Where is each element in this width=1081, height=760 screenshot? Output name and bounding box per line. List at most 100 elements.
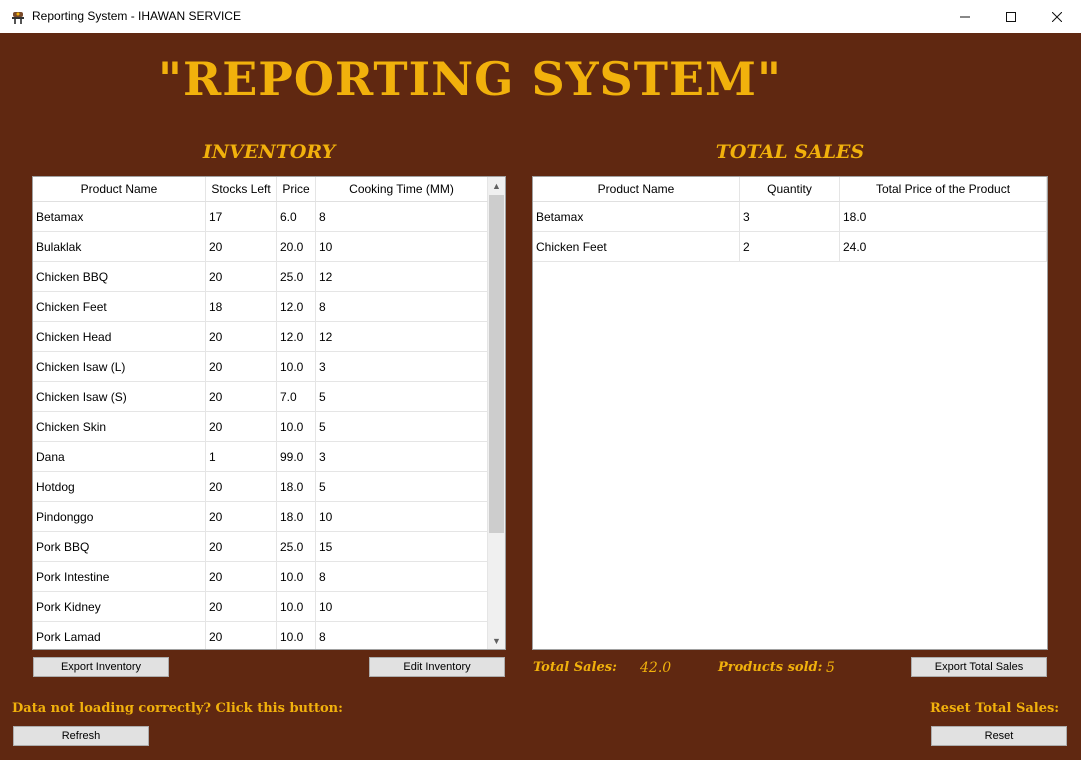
table-row[interactable]: Chicken BBQ 20 25.0 12 — [33, 262, 505, 292]
sales-header-row: Product Name Quantity Total Price of the… — [533, 177, 1047, 202]
sales-body: Betamax 3 18.0 Chicken Feet 2 24.0 — [533, 202, 1047, 262]
maximize-icon — [1006, 11, 1016, 22]
table-cell: 24.0 — [840, 232, 1047, 261]
table-cell: 25.0 — [277, 262, 316, 291]
table-cell: 10.0 — [277, 352, 316, 381]
close-button[interactable] — [1034, 0, 1080, 33]
table-cell: Dana — [33, 442, 206, 471]
scroll-up-icon[interactable]: ▲ — [488, 177, 505, 194]
table-cell: 10.0 — [277, 592, 316, 621]
table-row[interactable]: Chicken Isaw (L) 20 10.0 3 — [33, 352, 505, 382]
table-cell: Chicken BBQ — [33, 262, 206, 291]
table-cell: 8 — [316, 622, 488, 649]
table-cell: 20 — [206, 232, 277, 261]
inventory-header-row: Product Name Stocks Left Price Cooking T… — [33, 177, 505, 202]
column-header[interactable]: Total Price of the Product — [840, 177, 1047, 201]
export-inventory-button[interactable]: Export Inventory — [33, 657, 169, 677]
sales-table[interactable]: Product Name Quantity Total Price of the… — [532, 176, 1048, 650]
inventory-body: Betamax 17 6.0 8 Bulaklak 20 20.0 10 Chicken BBQ… — [33, 202, 505, 649]
table-cell: 15 — [316, 532, 488, 561]
inventory-table[interactable]: Product Name Stocks Left Price Cooking T… — [32, 176, 506, 650]
table-cell: Pindonggo — [33, 502, 206, 531]
table-row[interactable]: Dana 1 99.0 3 — [33, 442, 505, 472]
table-row[interactable]: Chicken Head 20 12.0 12 — [33, 322, 505, 352]
table-row[interactable]: Chicken Feet 2 24.0 — [533, 232, 1047, 262]
minimize-icon — [960, 16, 970, 17]
table-cell: 1 — [206, 442, 277, 471]
reset-total-sales-label: Reset Total Sales: — [930, 701, 1060, 716]
table-cell: 2 — [740, 232, 840, 261]
table-cell: Pork Lamad — [33, 622, 206, 649]
table-row[interactable]: Betamax 3 18.0 — [533, 202, 1047, 232]
table-cell: Betamax — [33, 202, 206, 231]
table-cell: 5 — [316, 412, 488, 441]
table-cell: 20 — [206, 622, 277, 649]
reset-button[interactable]: Reset — [931, 726, 1067, 746]
grill-app-icon — [12, 12, 24, 24]
table-cell: 99.0 — [277, 442, 316, 471]
minimize-button[interactable] — [942, 0, 988, 33]
table-cell: 7.0 — [277, 382, 316, 411]
table-cell: Chicken Isaw (L) — [33, 352, 206, 381]
products-sold-label: Products sold: — [718, 660, 823, 675]
table-cell: 12.0 — [277, 322, 316, 351]
column-header[interactable]: Product Name — [33, 177, 206, 201]
table-cell: Bulaklak — [33, 232, 206, 261]
table-row[interactable]: Chicken Isaw (S) 20 7.0 5 — [33, 382, 505, 412]
table-cell: 17 — [206, 202, 277, 231]
table-cell: 20 — [206, 322, 277, 351]
table-cell: 25.0 — [277, 532, 316, 561]
table-row[interactable]: Pindonggo 20 18.0 10 — [33, 502, 505, 532]
table-cell: Chicken Isaw (S) — [33, 382, 206, 411]
table-cell: 10 — [316, 502, 488, 531]
column-header[interactable]: Cooking Time (MM) — [316, 177, 488, 201]
table-cell: 8 — [316, 202, 488, 231]
table-cell: Chicken Feet — [533, 232, 740, 261]
column-header[interactable]: Quantity — [740, 177, 840, 201]
table-row[interactable]: Betamax 17 6.0 8 — [33, 202, 505, 232]
table-row[interactable]: Chicken Feet 18 12.0 8 — [33, 292, 505, 322]
table-cell: 8 — [316, 562, 488, 591]
table-cell: Pork BBQ — [33, 532, 206, 561]
column-header[interactable]: Price — [277, 177, 316, 201]
table-cell: 10 — [316, 592, 488, 621]
maximize-button[interactable] — [988, 0, 1034, 33]
title-bar: Reporting System - IHAWAN SERVICE — [0, 0, 1081, 33]
table-cell: 3 — [316, 442, 488, 471]
table-cell: Pork Intestine — [33, 562, 206, 591]
table-row[interactable]: Pork Lamad 20 10.0 8 — [33, 622, 505, 649]
inventory-scrollbar[interactable]: ▲ ▼ — [488, 177, 505, 649]
table-cell: 20 — [206, 532, 277, 561]
table-row[interactable]: Pork Intestine 20 10.0 8 — [33, 562, 505, 592]
products-sold-value: 5 — [826, 660, 835, 676]
table-cell: 10.0 — [277, 562, 316, 591]
table-row[interactable]: Pork BBQ 20 25.0 15 — [33, 532, 505, 562]
table-cell: Hotdog — [33, 472, 206, 501]
table-cell: 5 — [316, 382, 488, 411]
data-loading-message: Data not loading correctly? Click this b… — [12, 701, 343, 716]
refresh-button[interactable]: Refresh — [13, 726, 149, 746]
table-cell: 18.0 — [840, 202, 1047, 231]
table-cell: 12 — [316, 322, 488, 351]
table-cell: 10 — [316, 232, 488, 261]
table-cell: 12.0 — [277, 292, 316, 321]
export-total-sales-button[interactable]: Export Total Sales — [911, 657, 1047, 677]
table-cell: 20 — [206, 262, 277, 291]
table-row[interactable]: Chicken Skin 20 10.0 5 — [33, 412, 505, 442]
table-cell: 20 — [206, 352, 277, 381]
column-header[interactable]: Product Name — [533, 177, 740, 201]
table-row[interactable]: Hotdog 20 18.0 5 — [33, 472, 505, 502]
table-cell: 5 — [316, 472, 488, 501]
edit-inventory-button[interactable]: Edit Inventory — [369, 657, 505, 677]
table-cell: 20 — [206, 472, 277, 501]
table-row[interactable]: Pork Kidney 20 10.0 10 — [33, 592, 505, 622]
sales-title: TOTAL SALES — [715, 141, 865, 163]
total-sales-label: Total Sales: — [533, 660, 617, 675]
table-cell: Betamax — [533, 202, 740, 231]
scroll-thumb[interactable] — [489, 195, 504, 533]
scroll-down-icon[interactable]: ▼ — [488, 632, 505, 649]
table-cell: 18 — [206, 292, 277, 321]
table-row[interactable]: Bulaklak 20 20.0 10 — [33, 232, 505, 262]
table-cell: Chicken Skin — [33, 412, 206, 441]
column-header[interactable]: Stocks Left — [206, 177, 277, 201]
